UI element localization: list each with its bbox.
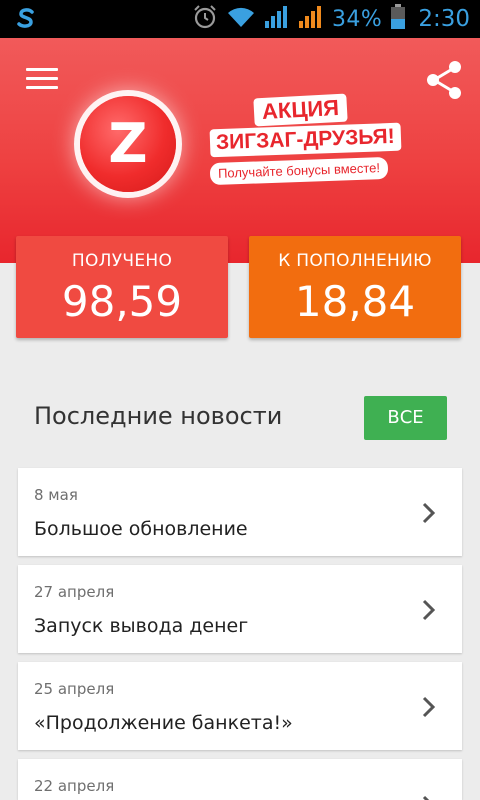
app-header: Z АКЦИЯ ЗИГЗАГ-ДРУЗЬЯ! Получайте бонусы … (0, 38, 480, 263)
chevron-right-icon (421, 795, 437, 800)
battery-icon (390, 4, 406, 34)
logo-letter: Z (108, 112, 148, 175)
news-date: 27 апреля (34, 583, 115, 601)
news-item[interactable]: 8 мая Большое обновление (18, 468, 462, 556)
news-item[interactable]: 22 апреля (18, 759, 462, 800)
s-icon (14, 6, 38, 34)
news-date: 25 апреля (34, 680, 115, 698)
chevron-right-icon (421, 502, 437, 524)
chevron-right-icon (421, 696, 437, 718)
promo-subtitle: ЗИГЗАГ-ДРУЗЬЯ! (209, 122, 402, 158)
news-headline: Большое обновление (34, 518, 248, 540)
news-section-title: Последние новости (34, 402, 283, 430)
wifi-icon (226, 5, 256, 33)
share-icon[interactable] (422, 58, 466, 102)
signal-roaming-icon (298, 5, 324, 33)
topup-value: 18,84 (294, 277, 416, 326)
topup-card[interactable]: К ПОПОЛНЕНИЮ 18,84 (249, 236, 461, 338)
chevron-right-icon (421, 599, 437, 621)
news-date: 22 апреля (34, 777, 115, 795)
topup-label: К ПОПОЛНЕНИЮ (278, 251, 432, 271)
promo-banner[interactable]: АКЦИЯ ЗИГЗАГ-ДРУЗЬЯ! Получайте бонусы вм… (208, 93, 402, 192)
received-card[interactable]: ПОЛУЧЕНО 98,59 (16, 236, 228, 338)
news-headline: «Продолжение банкета!» (34, 712, 293, 734)
promo-title: АКЦИЯ (253, 93, 348, 127)
alarm-icon (192, 4, 218, 34)
battery-percent: 34% (331, 6, 383, 32)
clock: 2:30 (418, 6, 470, 32)
menu-icon[interactable] (26, 68, 58, 94)
news-date: 8 мая (34, 486, 78, 504)
promo-caption: Получайте бонусы вместе! (209, 156, 389, 186)
received-value: 98,59 (61, 277, 183, 326)
status-bar: 34% 2:30 (0, 0, 480, 38)
signal-icon (264, 5, 290, 33)
news-headline: Запуск вывода денег (34, 615, 249, 637)
received-label: ПОЛУЧЕНО (71, 251, 173, 271)
news-item[interactable]: 25 апреля «Продолжение банкета!» (18, 662, 462, 750)
all-news-button[interactable]: ВСЕ (364, 396, 447, 440)
app-logo: Z (80, 96, 176, 192)
news-item[interactable]: 27 апреля Запуск вывода денег (18, 565, 462, 653)
